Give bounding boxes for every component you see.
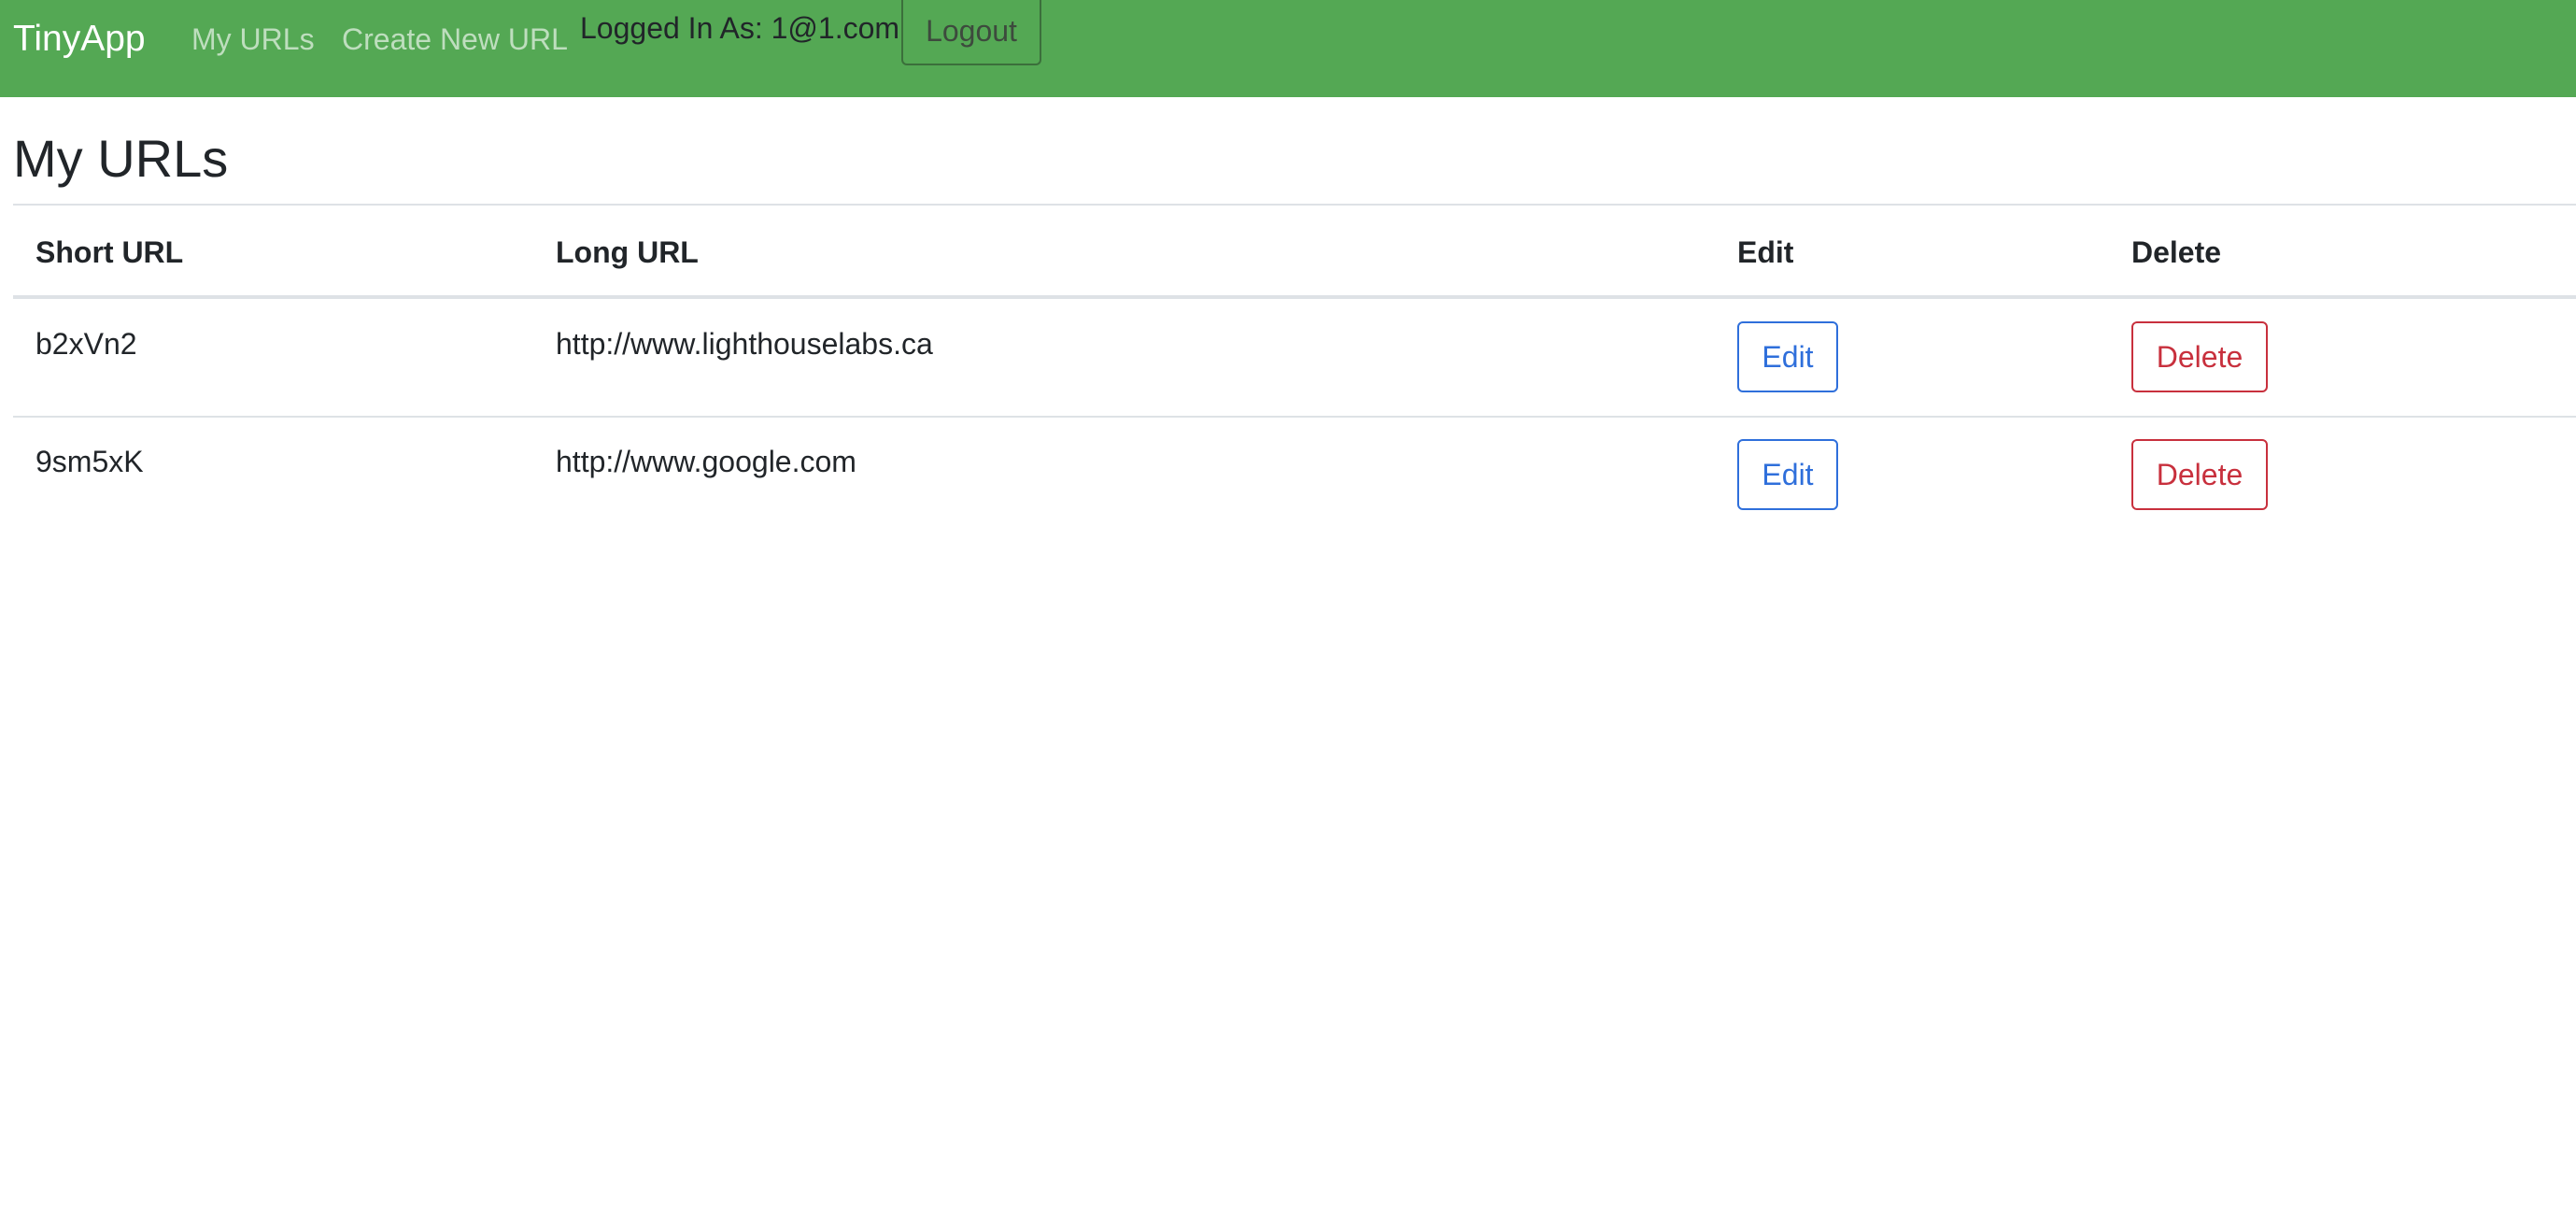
edit-button[interactable]: Edit: [1737, 439, 1838, 510]
logout-button[interactable]: Logout: [901, 0, 1041, 65]
page-title: My URLs: [13, 129, 229, 188]
title-divider: [13, 204, 2576, 206]
navbar: TinyApp My URLs Create New URL Logged In…: [0, 0, 2576, 97]
header-edit: Edit: [1737, 235, 1794, 269]
logged-in-status: Logged In As: 1@1.com: [580, 11, 900, 45]
header-short-url: Short URL: [35, 235, 184, 269]
short-url-cell[interactable]: 9sm5xK: [35, 439, 144, 484]
long-url-cell: http://www.lighthouselabs.ca: [556, 327, 933, 361]
header-delete: Delete: [2131, 235, 2222, 269]
row-divider: [13, 416, 2576, 418]
delete-button[interactable]: Delete: [2131, 439, 2268, 510]
short-url-cell[interactable]: b2xVn2: [35, 321, 137, 366]
long-url-cell: http://www.google.com: [556, 445, 856, 478]
header-divider: [13, 295, 2576, 299]
edit-button[interactable]: Edit: [1737, 321, 1838, 392]
nav-my-urls-link[interactable]: My URLs: [191, 17, 315, 62]
delete-button[interactable]: Delete: [2131, 321, 2268, 392]
nav-create-new-url-link[interactable]: Create New URL: [342, 17, 568, 62]
header-long-url: Long URL: [556, 235, 699, 269]
brand-link[interactable]: TinyApp: [13, 15, 146, 64]
